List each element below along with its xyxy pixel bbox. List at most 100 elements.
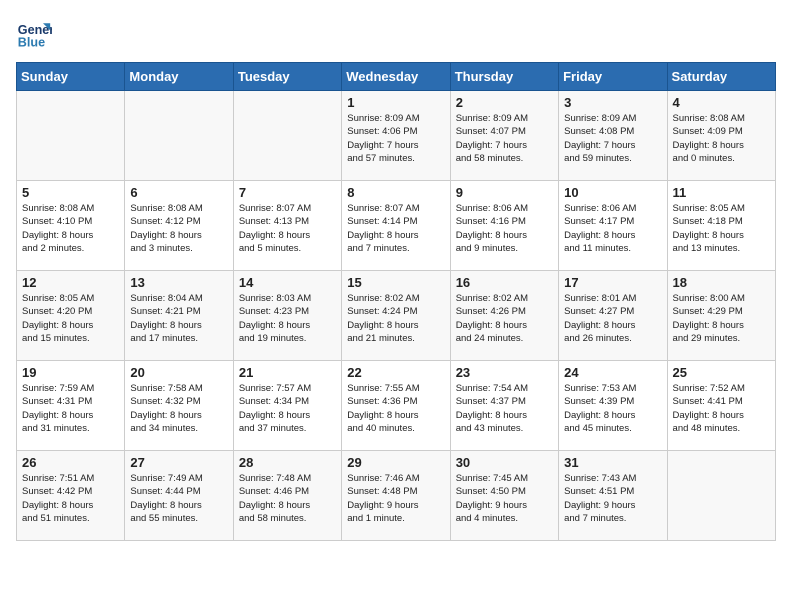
day-info: Sunrise: 8:03 AM Sunset: 4:23 PM Dayligh… bbox=[239, 292, 336, 345]
day-info: Sunrise: 7:58 AM Sunset: 4:32 PM Dayligh… bbox=[130, 382, 227, 435]
calendar-cell: 5Sunrise: 8:08 AM Sunset: 4:10 PM Daylig… bbox=[17, 181, 125, 271]
day-number: 15 bbox=[347, 275, 444, 290]
day-number: 25 bbox=[673, 365, 770, 380]
day-info: Sunrise: 8:00 AM Sunset: 4:29 PM Dayligh… bbox=[673, 292, 770, 345]
day-number: 21 bbox=[239, 365, 336, 380]
calendar-cell: 7 Sunrise: 8:07 AM Sunset: 4:13 PM Daylig… bbox=[233, 181, 341, 271]
calendar-cell: 20 Sunrise: 7:58 AM Sunset: 4:32 PM Dayli… bbox=[125, 361, 233, 451]
day-info: Sunrise: 7:54 AM Sunset: 4:37 PM Dayligh… bbox=[456, 382, 553, 435]
calendar-cell: 11Sunrise: 8:05 AM Sunset: 4:18 PM Dayli… bbox=[667, 181, 775, 271]
day-number: 3 bbox=[564, 95, 661, 110]
logo-icon: General Blue bbox=[16, 16, 52, 52]
calendar-cell: 23 Sunrise: 7:54 AM Sunset: 4:37 PM Dayli… bbox=[450, 361, 558, 451]
day-info: Sunrise: 8:01 AM Sunset: 4:27 PM Dayligh… bbox=[564, 292, 661, 345]
day-number: 12 bbox=[22, 275, 119, 290]
calendar-cell: 26 Sunrise: 7:51 AM Sunset: 4:42 PM Dayli… bbox=[17, 451, 125, 541]
calendar-row: 5Sunrise: 8:08 AM Sunset: 4:10 PM Daylig… bbox=[17, 181, 776, 271]
day-number: 5 bbox=[22, 185, 119, 200]
day-number: 7 bbox=[239, 185, 336, 200]
day-info: Sunrise: 8:02 AM Sunset: 4:24 PM Dayligh… bbox=[347, 292, 444, 345]
calendar-cell: 10 Sunrise: 8:06 AM Sunset: 4:17 PM Dayli… bbox=[559, 181, 667, 271]
calendar-cell: 25 Sunrise: 7:52 AM Sunset: 4:41 PM Dayli… bbox=[667, 361, 775, 451]
day-number: 31 bbox=[564, 455, 661, 470]
calendar-row: 19Sunrise: 7:59 AM Sunset: 4:31 PM Dayli… bbox=[17, 361, 776, 451]
day-info: Sunrise: 8:08 AM Sunset: 4:12 PM Dayligh… bbox=[130, 202, 227, 255]
day-number: 8 bbox=[347, 185, 444, 200]
calendar-table: SundayMondayTuesdayWednesdayThursdayFrid… bbox=[16, 62, 776, 541]
header-cell-monday: Monday bbox=[125, 63, 233, 91]
day-number: 18 bbox=[673, 275, 770, 290]
calendar-cell: 2 Sunrise: 8:09 AM Sunset: 4:07 PM Daylig… bbox=[450, 91, 558, 181]
day-info: Sunrise: 8:02 AM Sunset: 4:26 PM Dayligh… bbox=[456, 292, 553, 345]
logo: General Blue bbox=[16, 16, 56, 52]
calendar-cell: 13 Sunrise: 8:04 AM Sunset: 4:21 PM Dayli… bbox=[125, 271, 233, 361]
day-info: Sunrise: 8:06 AM Sunset: 4:16 PM Dayligh… bbox=[456, 202, 553, 255]
day-number: 10 bbox=[564, 185, 661, 200]
day-number: 19 bbox=[22, 365, 119, 380]
day-number: 20 bbox=[130, 365, 227, 380]
day-info: Sunrise: 8:09 AM Sunset: 4:08 PM Dayligh… bbox=[564, 112, 661, 165]
day-number: 23 bbox=[456, 365, 553, 380]
day-info: Sunrise: 7:55 AM Sunset: 4:36 PM Dayligh… bbox=[347, 382, 444, 435]
calendar-cell: 14 Sunrise: 8:03 AM Sunset: 4:23 PM Dayli… bbox=[233, 271, 341, 361]
day-number: 2 bbox=[456, 95, 553, 110]
calendar-header: SundayMondayTuesdayWednesdayThursdayFrid… bbox=[17, 63, 776, 91]
header-cell-saturday: Saturday bbox=[667, 63, 775, 91]
day-info: Sunrise: 8:04 AM Sunset: 4:21 PM Dayligh… bbox=[130, 292, 227, 345]
calendar-cell: 6Sunrise: 8:08 AM Sunset: 4:12 PM Daylig… bbox=[125, 181, 233, 271]
day-number: 22 bbox=[347, 365, 444, 380]
day-info: Sunrise: 8:05 AM Sunset: 4:18 PM Dayligh… bbox=[673, 202, 770, 255]
calendar-cell bbox=[125, 91, 233, 181]
svg-text:Blue: Blue bbox=[18, 36, 45, 50]
day-number: 4 bbox=[673, 95, 770, 110]
calendar-cell: 8 Sunrise: 8:07 AM Sunset: 4:14 PM Daylig… bbox=[342, 181, 450, 271]
calendar-cell: 15 Sunrise: 8:02 AM Sunset: 4:24 PM Dayli… bbox=[342, 271, 450, 361]
calendar-cell: 12 Sunrise: 8:05 AM Sunset: 4:20 PM Dayli… bbox=[17, 271, 125, 361]
day-number: 13 bbox=[130, 275, 227, 290]
calendar-row: 12 Sunrise: 8:05 AM Sunset: 4:20 PM Dayli… bbox=[17, 271, 776, 361]
day-info: Sunrise: 7:48 AM Sunset: 4:46 PM Dayligh… bbox=[239, 472, 336, 525]
day-info: Sunrise: 7:49 AM Sunset: 4:44 PM Dayligh… bbox=[130, 472, 227, 525]
day-info: Sunrise: 8:07 AM Sunset: 4:13 PM Dayligh… bbox=[239, 202, 336, 255]
day-number: 9 bbox=[456, 185, 553, 200]
day-info: Sunrise: 7:45 AM Sunset: 4:50 PM Dayligh… bbox=[456, 472, 553, 525]
day-info: Sunrise: 8:07 AM Sunset: 4:14 PM Dayligh… bbox=[347, 202, 444, 255]
calendar-cell: 30 Sunrise: 7:45 AM Sunset: 4:50 PM Dayli… bbox=[450, 451, 558, 541]
day-number: 29 bbox=[347, 455, 444, 470]
calendar-cell bbox=[17, 91, 125, 181]
day-number: 14 bbox=[239, 275, 336, 290]
day-number: 17 bbox=[564, 275, 661, 290]
day-info: Sunrise: 7:51 AM Sunset: 4:42 PM Dayligh… bbox=[22, 472, 119, 525]
day-number: 27 bbox=[130, 455, 227, 470]
header: General Blue bbox=[16, 16, 776, 52]
calendar-cell: 28 Sunrise: 7:48 AM Sunset: 4:46 PM Dayli… bbox=[233, 451, 341, 541]
day-number: 28 bbox=[239, 455, 336, 470]
day-number: 1 bbox=[347, 95, 444, 110]
day-info: Sunrise: 7:46 AM Sunset: 4:48 PM Dayligh… bbox=[347, 472, 444, 525]
header-cell-tuesday: Tuesday bbox=[233, 63, 341, 91]
calendar-cell: 29 Sunrise: 7:46 AM Sunset: 4:48 PM Dayli… bbox=[342, 451, 450, 541]
header-cell-sunday: Sunday bbox=[17, 63, 125, 91]
header-cell-friday: Friday bbox=[559, 63, 667, 91]
day-number: 26 bbox=[22, 455, 119, 470]
calendar-cell: 9 Sunrise: 8:06 AM Sunset: 4:16 PM Daylig… bbox=[450, 181, 558, 271]
header-row: SundayMondayTuesdayWednesdayThursdayFrid… bbox=[17, 63, 776, 91]
day-info: Sunrise: 7:52 AM Sunset: 4:41 PM Dayligh… bbox=[673, 382, 770, 435]
day-info: Sunrise: 7:57 AM Sunset: 4:34 PM Dayligh… bbox=[239, 382, 336, 435]
day-info: Sunrise: 8:09 AM Sunset: 4:07 PM Dayligh… bbox=[456, 112, 553, 165]
calendar-cell bbox=[233, 91, 341, 181]
calendar-cell: 22 Sunrise: 7:55 AM Sunset: 4:36 PM Dayli… bbox=[342, 361, 450, 451]
day-info: Sunrise: 7:53 AM Sunset: 4:39 PM Dayligh… bbox=[564, 382, 661, 435]
day-number: 16 bbox=[456, 275, 553, 290]
header-cell-wednesday: Wednesday bbox=[342, 63, 450, 91]
calendar-cell: 19Sunrise: 7:59 AM Sunset: 4:31 PM Dayli… bbox=[17, 361, 125, 451]
calendar-row: 1Sunrise: 8:09 AM Sunset: 4:06 PM Daylig… bbox=[17, 91, 776, 181]
calendar-cell: 18 Sunrise: 8:00 AM Sunset: 4:29 PM Dayli… bbox=[667, 271, 775, 361]
calendar-cell: 4Sunrise: 8:08 AM Sunset: 4:09 PM Daylig… bbox=[667, 91, 775, 181]
day-info: Sunrise: 7:43 AM Sunset: 4:51 PM Dayligh… bbox=[564, 472, 661, 525]
day-number: 24 bbox=[564, 365, 661, 380]
header-cell-thursday: Thursday bbox=[450, 63, 558, 91]
day-info: Sunrise: 8:06 AM Sunset: 4:17 PM Dayligh… bbox=[564, 202, 661, 255]
day-number: 30 bbox=[456, 455, 553, 470]
day-info: Sunrise: 8:05 AM Sunset: 4:20 PM Dayligh… bbox=[22, 292, 119, 345]
